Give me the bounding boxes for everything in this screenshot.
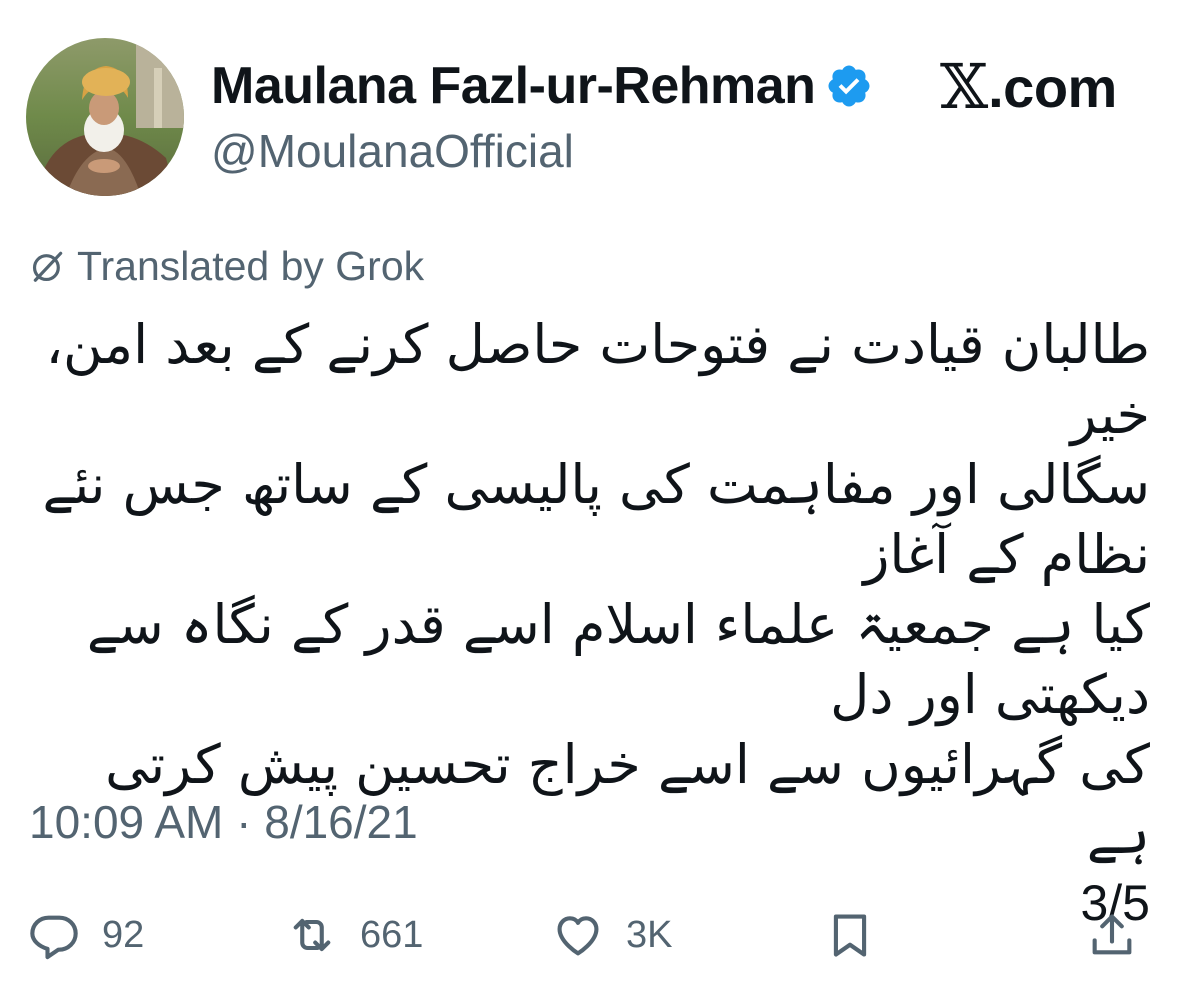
action-bar: 92 661 3K: [0, 900, 1179, 970]
heart-icon: [557, 916, 599, 956]
x-logo-icon: 𝕏: [940, 50, 989, 123]
like-count: 3K: [626, 913, 673, 956]
bookmark-icon: [833, 914, 867, 957]
post-line: سگالی اور مفاہمت کی پالیسی کے ساتھ جس نئ…: [42, 453, 1150, 586]
tweet-card: Maulana Fazl-ur-Rehman 𝕏 .com @MoulanaOf…: [0, 0, 1179, 985]
translation-label: Translated by Grok: [77, 242, 425, 289]
brand-suffix: .com: [988, 55, 1117, 119]
grok-icon: [32, 251, 63, 282]
avatar-image: [26, 38, 184, 196]
repost-count: 661: [360, 913, 424, 956]
translation-notice[interactable]: Translated by Grok: [29, 240, 424, 292]
author-handle[interactable]: @MoulanaOfficial: [211, 124, 574, 178]
share-button[interactable]: [1086, 900, 1138, 970]
like-button[interactable]: 3K: [552, 900, 672, 970]
reply-button[interactable]: 92: [28, 900, 144, 970]
share-icon: [1092, 914, 1132, 955]
bookmark-button[interactable]: [824, 900, 876, 970]
author-name-row: Maulana Fazl-ur-Rehman: [211, 54, 873, 118]
reply-icon: [30, 915, 78, 960]
brand-watermark: 𝕏 .com: [940, 54, 1117, 120]
post-line: طالبان قیادت نے فتوحات حاصل کرنے کے بعد …: [45, 313, 1150, 446]
reply-count: 92: [102, 913, 145, 956]
post-timestamp[interactable]: 10:09 AM · 8/16/21: [29, 795, 418, 849]
post-line: کیا ہے جمعیۃ علماء اسلام اسے قدر کے نگاہ…: [86, 593, 1150, 726]
avatar[interactable]: [26, 38, 184, 196]
repost-button[interactable]: 661: [286, 900, 423, 970]
author-display-name[interactable]: Maulana Fazl-ur-Rehman: [211, 56, 816, 116]
verified-badge-icon[interactable]: [825, 62, 873, 110]
repost-icon: [293, 918, 331, 952]
